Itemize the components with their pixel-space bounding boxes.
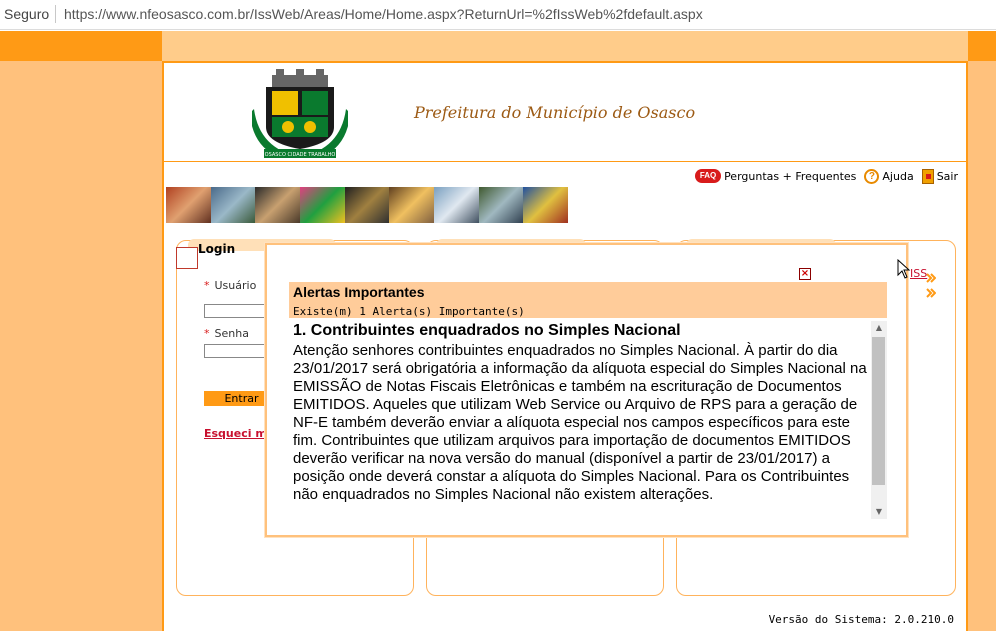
crest-banner-text: OSASCO CIDADE TRABALHO: [265, 152, 336, 158]
iss-link[interactable]: ISS: [910, 267, 927, 280]
mouse-cursor-icon: [897, 259, 911, 279]
url-field[interactable]: https://www.nfeosasco.com.br/IssWeb/Area…: [64, 6, 703, 22]
scroll-up-icon[interactable]: ▲: [871, 321, 887, 335]
exit-link[interactable]: Sair: [921, 168, 958, 184]
alert-item-body: Atenção senhores contribuintes enquadrad…: [293, 342, 867, 503]
top-links: FAQ Perguntas + Frequentes ? Ajuda Sair: [695, 167, 958, 185]
alert-dialog: × Alertas Importantes Existe(m) 1 Alerta…: [265, 243, 908, 537]
login-box-marker: [176, 247, 198, 269]
exit-label: Sair: [936, 169, 958, 183]
crest-icon: OSASCO CIDADE TRABALHO: [252, 69, 348, 158]
address-separator: [55, 5, 56, 23]
system-version: Versão do Sistema: 2.0.210.0: [768, 613, 954, 626]
username-label: * Usuário: [204, 279, 257, 292]
required-mark: *: [204, 279, 210, 292]
alert-content: 1. Contribuintes enquadrados no Simples …: [289, 321, 869, 521]
password-label: * Senha: [204, 327, 249, 340]
browser-address-bar: Seguro https://www.nfeosasco.com.br/IssW…: [0, 0, 996, 30]
alert-item-title: 1. Contribuintes enquadrados no Simples …: [293, 322, 681, 339]
faq-label: Perguntas + Frequentes: [724, 169, 857, 183]
help-icon: ?: [864, 168, 880, 184]
page-title: Prefeitura do Município de Osasco: [414, 103, 696, 122]
alert-scrollbar[interactable]: ▲ ▼: [871, 321, 887, 519]
alert-title: Alertas Importantes: [293, 284, 425, 300]
secure-label: Seguro: [4, 6, 50, 22]
faq-icon: FAQ: [695, 169, 722, 183]
top-strip: [0, 31, 996, 61]
alert-subtitle: Existe(m) 1 Alerta(s) Importante(s): [293, 305, 525, 318]
faq-link[interactable]: FAQ Perguntas + Frequentes: [695, 169, 856, 183]
arrow-icon: [926, 288, 936, 298]
exit-icon: [921, 168, 934, 184]
header-divider: [164, 161, 966, 162]
help-label: Ajuda: [882, 169, 914, 183]
login-title: Login: [198, 242, 236, 256]
help-link[interactable]: ? Ajuda: [864, 168, 914, 184]
arrow-icon: [926, 273, 936, 283]
scroll-down-icon[interactable]: ▼: [871, 505, 887, 519]
alert-header: Alertas Importantes Existe(m) 1 Alerta(s…: [289, 282, 887, 318]
close-icon[interactable]: ×: [799, 268, 811, 280]
photo-strip: [166, 187, 569, 223]
forgot-password-link[interactable]: Esqueci minha senha: [204, 427, 270, 440]
required-mark: *: [204, 327, 210, 340]
scroll-thumb[interactable]: [872, 337, 885, 485]
